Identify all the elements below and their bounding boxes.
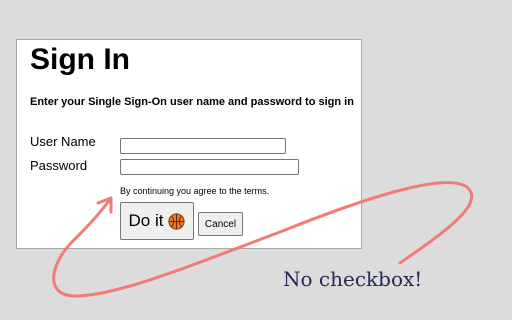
no-checkbox-annotation: No checkbox! <box>283 267 423 291</box>
annotation-overlay <box>52 181 474 298</box>
